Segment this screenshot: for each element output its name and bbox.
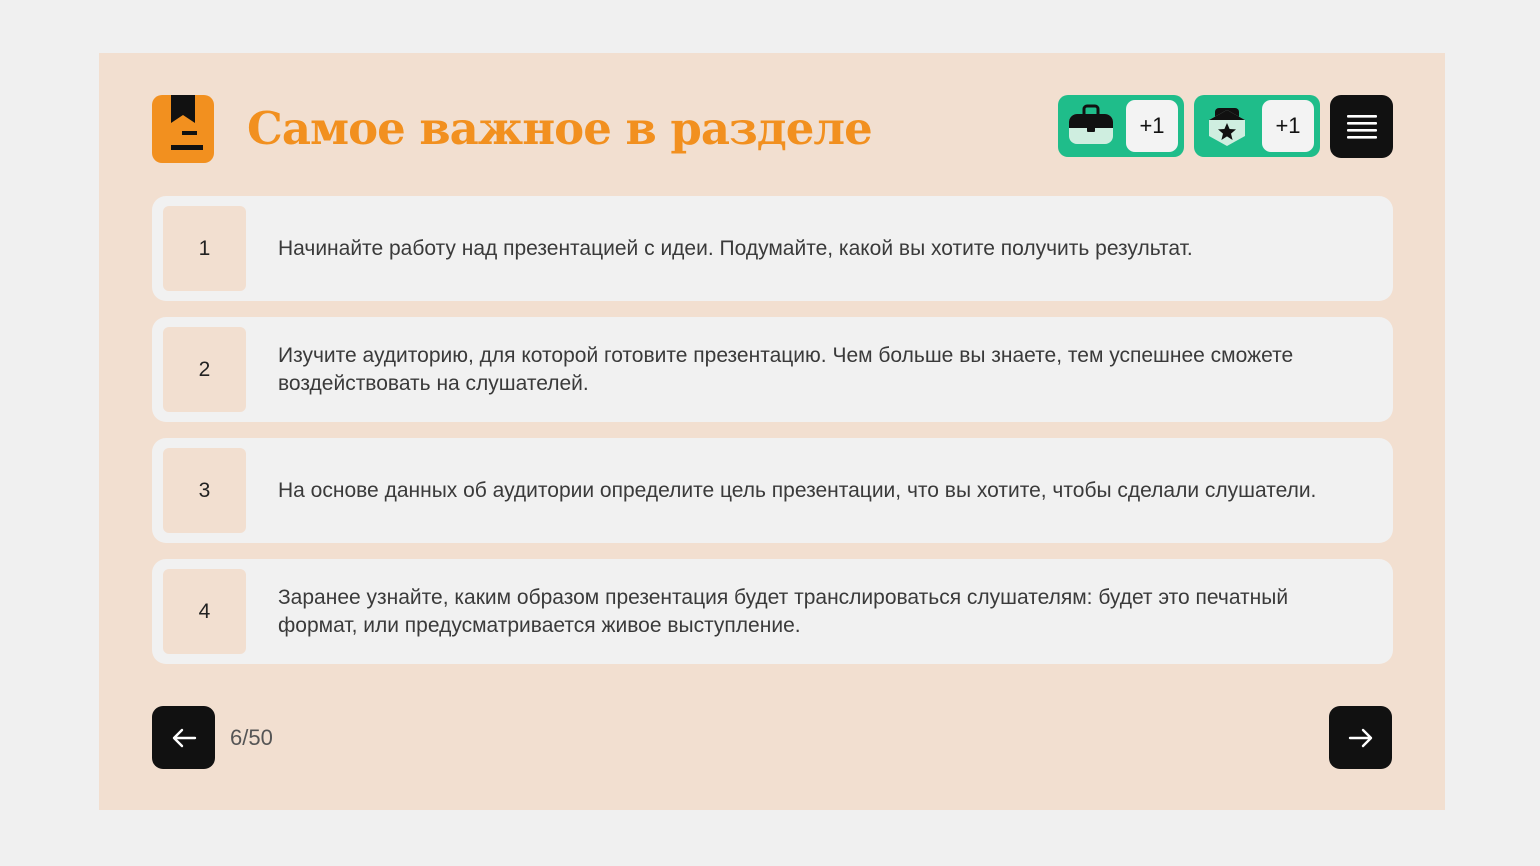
item-number: 2 [163, 327, 246, 412]
page-counter: 6/50 [230, 725, 273, 750]
shield-count: +1 [1262, 100, 1314, 152]
briefcase-icon [1064, 100, 1118, 152]
list-item: 1 Начинайте работу над презентацией с ид… [152, 196, 1393, 301]
shield-badge[interactable]: +1 [1194, 95, 1320, 157]
item-text: Заранее узнайте, каким образом презентац… [278, 585, 1289, 637]
briefcase-count: +1 [1126, 100, 1178, 152]
arrow-right-icon [1348, 728, 1372, 747]
list-item: 4 Заранее узнайте, каким образом презент… [152, 559, 1393, 664]
bookmark-document-icon [152, 95, 214, 163]
item-number: 4 [163, 569, 246, 654]
arrow-left-icon [172, 728, 196, 747]
item-number: 3 [163, 448, 246, 533]
item-text: Начинайте работу над презентацией с идеи… [278, 236, 1193, 260]
list-item: 2 Изучите аудиторию, для которой готовит… [152, 317, 1393, 422]
item-text: Изучите аудиторию, для которой готовите … [278, 343, 1294, 395]
shield-star-icon [1200, 100, 1254, 152]
briefcase-badge[interactable]: +1 [1058, 95, 1184, 157]
page-title: Самое важное в разделе [247, 102, 873, 155]
item-text: На основе данных об аудитории определите… [278, 478, 1317, 502]
next-button[interactable] [1329, 706, 1392, 769]
list-item: 3 На основе данных об аудитории определи… [152, 438, 1393, 543]
item-number: 1 [163, 206, 246, 291]
menu-button[interactable] [1330, 95, 1393, 158]
hamburger-menu-icon [1346, 114, 1377, 139]
summary-card: Самое важное в разделе +1 +1 1 Начинайте… [99, 53, 1445, 810]
previous-button[interactable] [152, 706, 215, 769]
